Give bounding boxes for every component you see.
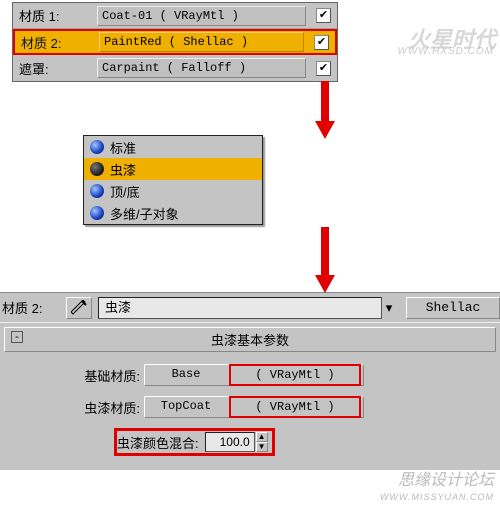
param-name: Base <box>145 365 227 385</box>
param-type: ( VRayMtl ) <box>229 396 361 418</box>
base-material-row: 基础材质: Base ( VRayMtl ) <box>54 364 496 386</box>
mask-slot: 遮罩: Carpaint ( Falloff ) ✔ <box>13 55 337 81</box>
eyedropper-button[interactable] <box>66 297 92 319</box>
slot-button-2[interactable]: PaintRed ( Shellac ) <box>99 32 304 52</box>
material-slots-panel: 材质 1: Coat-01 ( VRayMtl ) ✔ 材质 2: PaintR… <box>12 2 338 82</box>
material-slot-2: 材质 2: PaintRed ( Shellac ) ✔ <box>13 29 337 55</box>
shellac-params-panel: - 虫漆基本参数 基础材质: Base ( VRayMtl ) 虫漆材质: To… <box>0 322 500 470</box>
slot-label: 遮罩: <box>13 59 93 78</box>
sphere-icon <box>90 162 104 176</box>
param-name: TopCoat <box>145 397 227 417</box>
eyedropper-icon <box>71 300 87 316</box>
material-type-menu: 标准 虫漆 顶/底 多维/子对象 <box>83 135 263 225</box>
dropdown-arrow-icon[interactable]: ▾ <box>382 300 396 316</box>
annotation-arrow-2 <box>150 227 500 293</box>
slot-button-1[interactable]: Coat-01 ( VRayMtl ) <box>97 6 306 26</box>
slot-checkbox-2[interactable]: ✔ <box>314 35 329 50</box>
material-name-bar: 材质 2: 虫漆 ▾ Shellac <box>0 292 500 322</box>
slot-label: 材质 2: <box>15 33 95 52</box>
slot-label: 材质 1: <box>13 6 93 25</box>
param-label: 虫漆材质: <box>54 398 144 417</box>
slot-checkbox-1[interactable]: ✔ <box>316 8 331 23</box>
mask-checkbox[interactable]: ✔ <box>316 61 331 76</box>
color-blend-highlight: 虫漆颜色混合: 100.0 ▲ ▼ <box>114 428 275 456</box>
menu-item-shellac[interactable]: 虫漆 <box>84 158 262 180</box>
watermark-url-1: WWW.HXSD.COM <box>397 46 494 57</box>
panel-header[interactable]: - 虫漆基本参数 <box>4 327 496 352</box>
color-blend-input[interactable]: 100.0 <box>205 432 255 452</box>
material-slot-1: 材质 1: Coat-01 ( VRayMtl ) ✔ <box>13 3 337 29</box>
material-type-button[interactable]: Shellac <box>406 297 500 319</box>
param-type: ( VRayMtl ) <box>229 364 361 386</box>
panel-title: 虫漆基本参数 <box>211 333 289 348</box>
spinner-buttons: ▲ ▼ <box>256 432 268 452</box>
shellac-material-button[interactable]: TopCoat ( VRayMtl ) <box>144 396 364 418</box>
param-label: 虫漆颜色混合: <box>117 433 205 452</box>
color-blend-row: 虫漆颜色混合: 100.0 ▲ ▼ <box>114 428 496 456</box>
annotation-arrow-1 <box>150 81 500 139</box>
menu-item-standard[interactable]: 标准 <box>84 136 262 158</box>
shellac-material-row: 虫漆材质: TopCoat ( VRayMtl ) <box>54 396 496 418</box>
collapse-icon[interactable]: - <box>11 331 23 343</box>
color-blend-spinner: 100.0 ▲ ▼ <box>205 432 268 452</box>
watermark-url-2: WWW.MISSYUAN.COM <box>380 492 494 502</box>
menu-item-label: 多维/子对象 <box>110 204 179 223</box>
menu-item-multisub[interactable]: 多维/子对象 <box>84 202 262 224</box>
watermark-logo-1: 火星时代 <box>408 22 496 54</box>
menu-item-label: 标准 <box>110 138 136 157</box>
param-label: 基础材质: <box>54 366 144 385</box>
menu-item-topbottom[interactable]: 顶/底 <box>84 180 262 202</box>
material-name-input[interactable]: 虫漆 <box>98 297 382 319</box>
mask-button[interactable]: Carpaint ( Falloff ) <box>97 58 306 78</box>
menu-item-label: 虫漆 <box>110 160 136 179</box>
base-material-button[interactable]: Base ( VRayMtl ) <box>144 364 364 386</box>
menu-item-label: 顶/底 <box>110 182 140 201</box>
sphere-icon <box>90 184 104 198</box>
spinner-down[interactable]: ▼ <box>256 442 268 452</box>
spinner-up[interactable]: ▲ <box>256 432 268 442</box>
sphere-icon <box>90 206 104 220</box>
bar-label: 材质 2: <box>0 298 60 317</box>
sphere-icon <box>90 140 104 154</box>
